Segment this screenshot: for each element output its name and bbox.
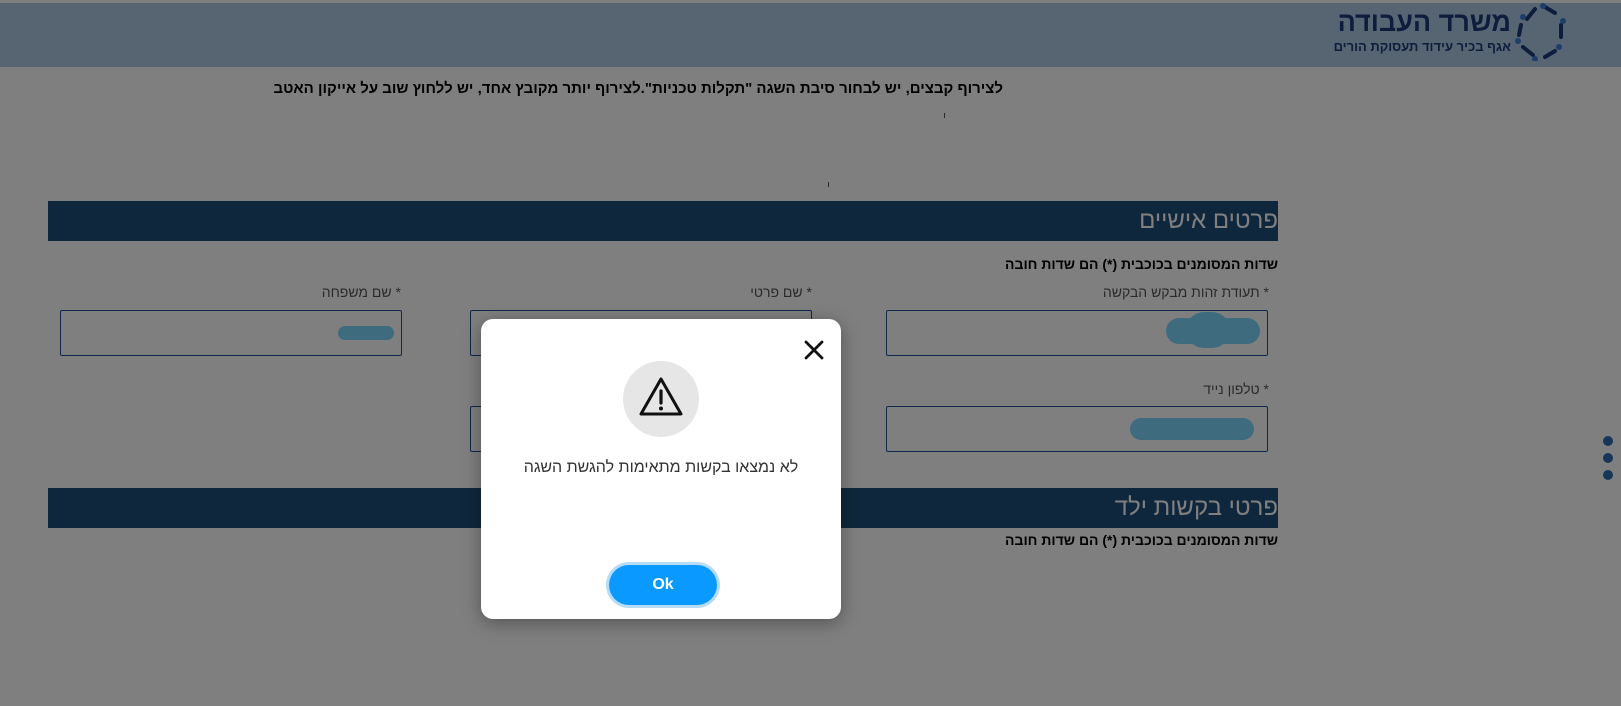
- alert-dialog: לא נמצאו בקשות מתאימות להגשת השגה Ok: [481, 319, 841, 619]
- close-icon[interactable]: [801, 337, 827, 363]
- warning-icon-circle: [623, 361, 699, 437]
- dialog-message: לא נמצאו בקשות מתאימות להגשת השגה: [523, 459, 799, 476]
- ok-button[interactable]: Ok: [609, 565, 717, 605]
- warning-triangle-icon: [639, 377, 683, 416]
